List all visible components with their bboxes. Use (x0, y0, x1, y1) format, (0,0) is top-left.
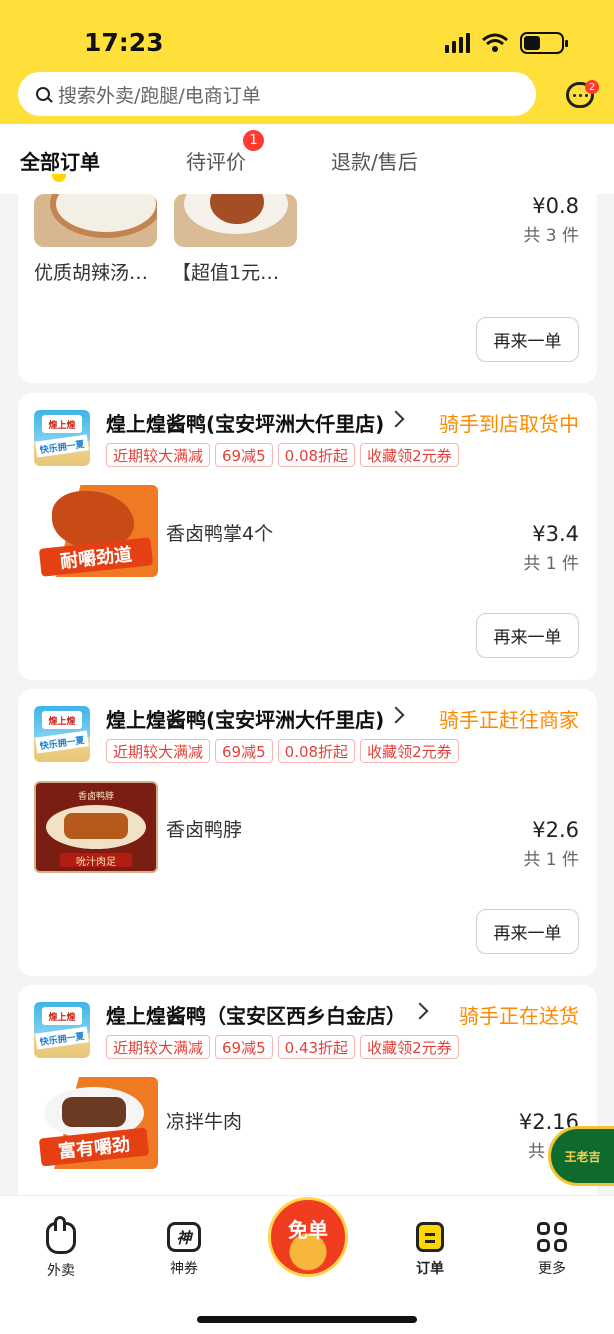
order-price: ¥3.4 (532, 522, 579, 546)
order-card[interactable]: 煌上煌 快乐拥一夏 煌上煌酱鸭（宝安区西乡白金店） 骑手正在送货 近期较大满减 … (18, 985, 597, 1195)
order-status: 骑手到店取货中 (439, 412, 579, 436)
tab-to-review[interactable]: 待评价 (186, 146, 246, 175)
item-name: 【超值1元… (172, 262, 280, 284)
promo-tags: 近期较大满减 69减5 0.08折起 收藏领2元券 (106, 443, 459, 467)
reorder-button[interactable]: 再来一单 (476, 909, 579, 954)
store-logo: 煌上煌 快乐拥一夏 (34, 410, 90, 466)
order-icon (416, 1222, 444, 1252)
more-icon (537, 1222, 567, 1252)
chevron-right-icon[interactable] (387, 410, 405, 428)
reorder-button[interactable]: 再来一单 (476, 613, 579, 658)
item-thumbnail (34, 194, 157, 247)
nav-more[interactable]: 更多 (512, 1222, 592, 1278)
promo-tags: 近期较大满减 69减5 0.08折起 收藏领2元券 (106, 739, 459, 763)
item-name: 香卤鸭脖 (166, 819, 243, 841)
order-card[interactable]: 煌上煌 快乐拥一夏 煌上煌酱鸭(宝安坪洲大仟里店) 骑手正赶往商家 近期较大满减… (18, 689, 597, 976)
order-list[interactable]: 优质胡辣汤… 【超值1元… ¥0.8 共 3 件 再来一单 煌上煌 快乐拥一夏 … (0, 194, 614, 1195)
store-name[interactable]: 煌上煌酱鸭(宝安坪洲大仟里店) (106, 408, 384, 437)
item-thumbnail (174, 194, 297, 247)
order-card[interactable]: 煌上煌 快乐拥一夏 煌上煌酱鸭(宝安坪洲大仟里店) 骑手到店取货中 近期较大满减… (18, 393, 597, 680)
search-input[interactable]: 搜索外卖/跑腿/电商订单 (18, 72, 536, 116)
signal-icon (445, 33, 470, 53)
search-placeholder: 搜索外卖/跑腿/电商订单 (58, 84, 261, 107)
item-image: 富有嚼劲 (34, 1077, 158, 1169)
wifi-icon (482, 33, 508, 52)
order-count: 共 3 件 (523, 226, 579, 246)
search-icon (36, 87, 50, 101)
floating-ad-badge[interactable]: 王老吉 (548, 1126, 614, 1186)
promo-tag: 收藏领2元券 (360, 443, 459, 467)
order-price: ¥2.6 (532, 818, 579, 842)
order-count: 共 1 件 (523, 554, 579, 574)
order-count: 共 (528, 1142, 545, 1162)
promo-tags: 近期较大满减 69减5 0.43折起 收藏领2元券 (106, 1035, 459, 1059)
item-image: 香卤鸭脖 吮汁肉足 (34, 781, 158, 873)
to-review-badge: 1 (243, 130, 264, 151)
promo-tag: 近期较大满减 (106, 443, 211, 467)
promo-tag: 收藏领2元券 (360, 739, 459, 763)
promo-tag: 0.43折起 (277, 1035, 356, 1059)
tab-all-orders[interactable]: 全部订单 (20, 146, 100, 175)
promo-tag: 近期较大满减 (106, 1035, 211, 1059)
nav-coupon[interactable]: 神 神券 (144, 1222, 224, 1278)
promo-tag: 0.08折起 (277, 443, 356, 467)
promo-tag: 69减5 (215, 739, 273, 763)
store-logo: 煌上煌 快乐拥一夏 (34, 1002, 90, 1058)
chevron-right-icon[interactable] (411, 1002, 429, 1020)
status-time: 17:23 (84, 28, 164, 57)
store-name[interactable]: 煌上煌酱鸭（宝安区西乡白金店） (106, 1000, 406, 1029)
promo-tag: 收藏领2元券 (360, 1035, 459, 1059)
item-name: 香卤鸭掌4个 (166, 523, 274, 545)
order-status: 骑手正赶往商家 (439, 708, 579, 732)
chevron-right-icon[interactable] (387, 706, 405, 724)
nav-takeout[interactable]: 外卖 (21, 1216, 101, 1280)
store-logo: 煌上煌 快乐拥一夏 (34, 706, 90, 762)
free-order-button[interactable]: 免单 (268, 1197, 348, 1277)
order-tabs: 全部订单 待评价 退款/售后 (0, 124, 614, 194)
order-count: 共 1 件 (523, 850, 579, 870)
item-name: 优质胡辣汤… (34, 262, 149, 284)
order-status: 骑手正在送货 (459, 1004, 579, 1028)
order-price: ¥0.8 (532, 194, 579, 218)
promo-tag: 近期较大满减 (106, 739, 211, 763)
item-name: 凉拌牛肉 (166, 1111, 243, 1133)
tab-refund-aftersale[interactable]: 退款/售后 (331, 146, 418, 175)
order-card[interactable]: 优质胡辣汤… 【超值1元… ¥0.8 共 3 件 再来一单 (18, 194, 597, 383)
coupon-icon: 神 (167, 1222, 201, 1252)
reorder-button[interactable]: 再来一单 (476, 317, 579, 362)
status-icons (445, 32, 568, 54)
top-bar: 17:23 搜索外卖/跑腿/电商订单 2 (0, 0, 614, 124)
item-image: 耐嚼劲道 (34, 485, 158, 577)
home-indicator[interactable] (197, 1316, 417, 1323)
nav-orders[interactable]: 订单 (390, 1222, 470, 1278)
promo-tag: 69减5 (215, 1035, 273, 1059)
promo-tag: 69减5 (215, 443, 273, 467)
takeout-icon (46, 1216, 76, 1254)
promo-tag: 0.08折起 (277, 739, 356, 763)
active-tab-indicator (52, 174, 66, 182)
store-name[interactable]: 煌上煌酱鸭(宝安坪洲大仟里店) (106, 704, 384, 733)
message-badge: 2 (585, 80, 599, 94)
battery-icon (520, 32, 568, 54)
